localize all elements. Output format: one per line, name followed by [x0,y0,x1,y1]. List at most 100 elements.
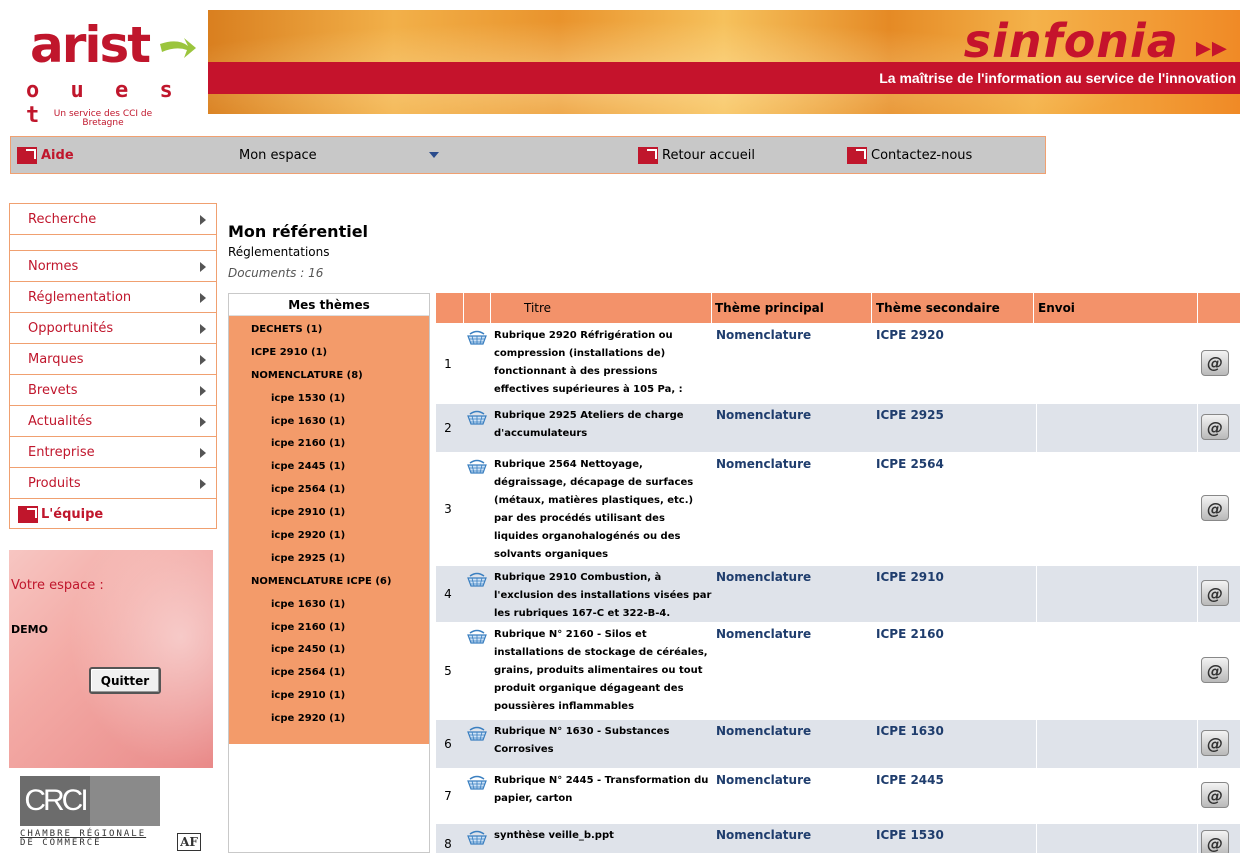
row-title-link[interactable]: Rubrique N° 2445 - Transformation du pap… [494,769,712,823]
nav-contactez-nous[interactable]: Contactez-nous [847,137,972,173]
row-number: 6 [444,737,452,751]
basket-icon[interactable] [466,330,488,346]
row-title-link[interactable]: synthèse veille_b.ppt [494,824,712,853]
page-title: Mon référentiel [228,222,369,241]
row-theme-principal-link[interactable]: Nomenclature [716,724,811,772]
email-send-icon[interactable]: @ [1201,349,1229,376]
menu-item-brevets[interactable]: Brevets [10,375,216,406]
basket-icon[interactable] [466,726,488,742]
documents-count: Documents : 16 [228,266,324,280]
menu-item-label: Normes [28,258,79,274]
theme-subitem[interactable]: icpe 1630 (1) [229,410,429,433]
menu-item-equipe[interactable]: L'équipe [10,499,216,529]
menu-item-label: Actualités [28,413,93,429]
row-title-link[interactable]: Rubrique N° 1630 - Substances Corrosives [494,720,712,768]
row-theme-secondaire-link[interactable]: ICPE 1630 [876,724,944,772]
row-theme-secondaire-link[interactable]: ICPE 2445 [876,773,944,827]
nav-aide[interactable]: Aide [17,137,74,173]
theme-item[interactable]: NOMENCLATURE (8) [229,364,429,387]
quit-button[interactable]: Quitter [89,667,161,694]
nav-retour-accueil[interactable]: Retour accueil [638,137,755,173]
arist-logo[interactable]: arist o u e s t Un service des CCI de Br… [18,8,198,132]
row-theme-secondaire-link[interactable]: ICPE 2910 [876,570,944,626]
row-theme-principal-link[interactable]: Nomenclature [716,570,811,626]
row-theme-principal-link[interactable]: Nomenclature [716,457,811,569]
theme-subitem[interactable]: icpe 2910 (1) [229,684,429,707]
menu-item-entreprise[interactable]: Entreprise [10,437,216,468]
row-theme-principal-link[interactable]: Nomenclature [716,828,811,853]
theme-subitem[interactable]: icpe 2160 (1) [229,616,429,639]
row-title-link[interactable]: Rubrique 2564 Nettoyage, dégraissage, dé… [494,453,712,565]
row-theme-secondaire-link[interactable]: ICPE 2160 [876,627,944,723]
theme-subitem[interactable]: icpe 2920 (1) [229,707,429,730]
row-title-link[interactable]: Rubrique N° 2160 - Silos et installation… [494,623,712,719]
email-send-icon[interactable]: @ [1201,830,1229,853]
row-theme-secondaire-link[interactable]: ICPE 1530 [876,828,944,853]
crci-line2: DE COMMERCE [20,838,102,848]
menu-item-opportunites[interactable]: Opportunités [10,313,216,344]
theme-subitem[interactable]: icpe 1630 (1) [229,593,429,616]
basket-icon[interactable] [466,775,488,791]
theme-item[interactable]: DECHETS (1) [229,318,429,341]
menu-item-reglementation[interactable]: Réglementation [10,282,216,313]
row-theme-principal-link[interactable]: Nomenclature [716,408,811,456]
theme-subitem[interactable]: icpe 2910 (1) [229,501,429,524]
menu-item-normes[interactable]: Normes [10,251,216,282]
user-name: DEMO [11,623,48,636]
double-chevron-icon: ▸▸ [1195,30,1228,65]
crci-logo[interactable]: CRCI [20,776,160,826]
theme-subitem[interactable]: icpe 2925 (1) [229,547,429,570]
menu-item-marques[interactable]: Marques [10,344,216,375]
menu-item-produits[interactable]: Produits [10,468,216,499]
row-envoi [1036,453,1198,565]
af-logo[interactable]: AF [177,833,201,851]
row-envoi [1036,769,1198,823]
email-send-icon[interactable]: @ [1201,580,1229,606]
menu-item-actualites[interactable]: Actualités [10,406,216,437]
row-theme-secondaire-link[interactable]: ICPE 2920 [876,328,944,407]
row-title-link[interactable]: Rubrique 2925 Ateliers de charge d'accum… [494,404,712,452]
basket-icon[interactable] [466,830,488,846]
email-send-icon[interactable]: @ [1201,414,1229,440]
col-theme-principal-header[interactable]: Thème principal [712,293,872,323]
email-send-icon[interactable]: @ [1201,730,1229,756]
menu-item-label: Marques [28,351,84,367]
row-theme-principal-link[interactable]: Nomenclature [716,328,811,407]
theme-subitem[interactable]: icpe 2564 (1) [229,661,429,684]
basket-icon[interactable] [466,572,488,588]
theme-subitem[interactable]: icpe 2450 (1) [229,638,429,661]
email-send-icon[interactable]: @ [1201,495,1229,521]
row-theme-secondaire-link[interactable]: ICPE 2925 [876,408,944,456]
menu-item-label: Entreprise [28,444,95,460]
row-title-link[interactable]: Rubrique 2910 Combustion, à l'exclusion … [494,566,712,622]
basket-icon[interactable] [466,629,488,645]
arrow-right-icon [200,386,206,396]
nav-mon-espace-dropdown[interactable]: Mon espace [239,137,439,173]
row-envoi [1036,324,1198,403]
col-theme-secondaire-header[interactable]: Thème secondaire [872,293,1034,323]
row-number: 2 [444,421,452,435]
col-titre-header[interactable]: Titre [491,293,712,323]
row-theme-principal-link[interactable]: Nomenclature [716,773,811,827]
theme-subitem[interactable]: icpe 2564 (1) [229,478,429,501]
row-theme-principal-link[interactable]: Nomenclature [716,627,811,723]
theme-subitem[interactable]: icpe 2160 (1) [229,432,429,455]
theme-item[interactable]: NOMENCLATURE ICPE (6) [229,570,429,593]
page: { "header": { "logo": {"word": "arist", … [0,0,1240,853]
nav-espace-label: Mon espace [239,147,317,163]
arrow-icon [160,38,196,58]
arrow-box-icon [847,146,867,164]
theme-subitem[interactable]: icpe 2920 (1) [229,524,429,547]
basket-icon[interactable] [466,410,488,426]
theme-subitem[interactable]: icpe 1530 (1) [229,387,429,410]
email-send-icon[interactable]: @ [1201,657,1229,683]
row-title-link[interactable]: Rubrique 2920 Réfrigération ou compressi… [494,324,712,403]
theme-item[interactable]: ICPE 2910 (1) [229,341,429,364]
basket-icon[interactable] [466,459,488,475]
row-number: 7 [444,789,452,803]
email-send-icon[interactable]: @ [1201,782,1229,808]
row-theme-secondaire-link[interactable]: ICPE 2564 [876,457,944,569]
header-banner: sinfonia ▸▸ La maîtrise de l'information… [208,10,1240,114]
menu-item-recherche[interactable]: Recherche [10,204,216,235]
theme-subitem[interactable]: icpe 2445 (1) [229,455,429,478]
